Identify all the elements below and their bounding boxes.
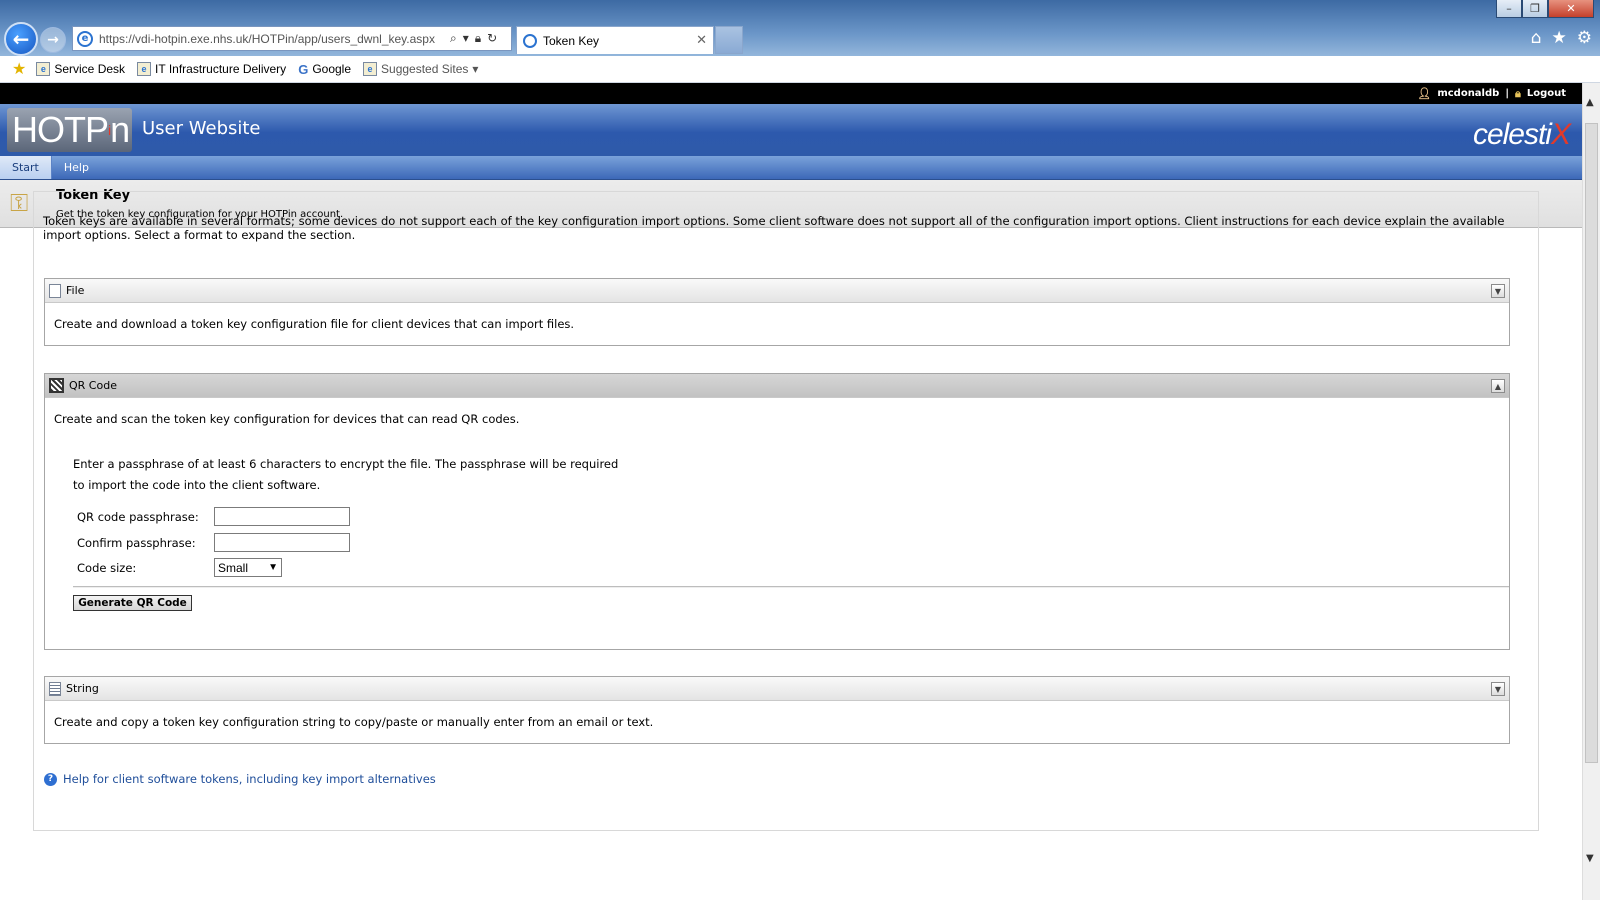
help-link[interactable]: ? Help for client software tokens, inclu… [44,772,436,786]
passphrase-label: QR code passphrase: [77,509,199,524]
site-banner: HOTPin User Website celestiX [0,104,1582,156]
confirm-row: Confirm passphrase: [77,533,350,552]
favorites-bar: ★ e Service Desk e IT Infrastructure Del… [0,56,1600,83]
new-tab-button[interactable] [715,26,743,54]
qr-code-icon [49,378,64,393]
restore-button[interactable]: ❐ [1522,0,1548,18]
favorites-icon[interactable]: ★ [12,59,26,79]
favorite-google[interactable]: G Google [298,62,351,77]
string-panel-header[interactable]: String ▼ [45,677,1509,701]
site-title: User Website [142,118,261,139]
divider [73,586,1509,588]
help-icon: ? [44,772,57,786]
main-menu: Start Help [0,156,1582,180]
refresh-icon[interactable]: ↻ [487,31,497,46]
user-strip: 👤︎ mcdonaldb | 🔒︎ Logout [0,83,1582,104]
qr-panel-description: Create and scan the token key configurat… [54,412,520,426]
separator: | [1505,88,1509,99]
file-panel-title: File [66,284,85,297]
vertical-scrollbar[interactable]: ▲ ▼ [1582,83,1600,900]
dropdown-icon[interactable]: ▾ [463,31,469,46]
collapse-chevron-icon[interactable]: ▲ [1491,379,1505,393]
username: mcdonaldb [1437,88,1500,99]
file-panel: File ▼ Create and download a token key c… [44,278,1510,346]
confirm-passphrase-input[interactable] [214,533,350,552]
menu-help[interactable]: Help [52,156,101,179]
window-controls: – ❐ ✕ [1496,0,1594,18]
qr-panel-title: QR Code [69,379,117,392]
scroll-down-icon[interactable]: ▼ [1586,853,1594,864]
padlock-icon: 🔒︎ [1514,86,1521,100]
scroll-up-icon[interactable]: ▲ [1586,97,1594,108]
qr-instructions: Enter a passphrase of at least 6 charact… [73,457,619,492]
code-size-row: Code size: Small ▼ [77,558,282,577]
string-panel-description: Create and copy a token key configuratio… [54,715,654,729]
close-tab-icon[interactable]: ✕ [696,33,713,48]
browser-titlebar: – ❐ ✕ ← → e https://vdi-hotpin.exe.nhs.u… [0,0,1600,56]
minimize-button[interactable]: – [1496,0,1522,18]
code-size-select[interactable]: Small ▼ [214,558,282,577]
file-icon [49,283,61,298]
intro-text: Token keys are available in several form… [43,214,1505,242]
string-panel: String ▼ Create and copy a token key con… [44,676,1510,744]
menu-start[interactable]: Start [0,156,52,179]
close-window-button[interactable]: ✕ [1548,0,1594,18]
page-icon: e [137,62,152,76]
gear-icon[interactable]: ⚙ [1577,28,1592,48]
ie-icon [523,33,537,48]
tab-token-key[interactable]: Token Key ✕ [516,26,714,54]
file-panel-header[interactable]: File ▼ [45,279,1509,303]
chevron-down-icon: ▼ [268,562,278,573]
search-icon[interactable]: ⌕ [450,31,457,46]
passphrase-row: QR code passphrase: [77,507,350,526]
confirm-label: Confirm passphrase: [77,535,196,550]
ie-icon: e [77,30,93,47]
celestix-logo: celestiX [1472,118,1571,151]
google-icon: G [298,61,309,77]
expand-chevron-icon[interactable]: ▼ [1491,682,1505,696]
qr-panel-header[interactable]: QR Code ▲ [45,374,1509,398]
favorites-star-icon[interactable]: ★ [1552,28,1567,48]
logout-link[interactable]: Logout [1527,88,1566,99]
page-icon: e [363,62,378,76]
expand-chevron-icon[interactable]: ▼ [1491,284,1505,298]
qr-panel: QR Code ▲ Create and scan the token key … [44,373,1510,650]
page-icon: e [36,62,51,76]
favorite-it-infrastructure[interactable]: e IT Infrastructure Delivery [137,62,286,76]
lock-icon[interactable]: 🔒︎ [475,31,481,46]
hotpin-logo: HOTPin [7,108,132,152]
qr-passphrase-input[interactable] [214,507,350,526]
file-panel-description: Create and download a token key configur… [54,317,575,331]
home-icon[interactable]: ⌂ [1531,28,1542,48]
chevron-down-icon: ▾ [472,62,479,76]
scrollbar-thumb[interactable] [1585,123,1598,763]
forward-button[interactable]: → [40,27,66,53]
address-bar[interactable]: e https://vdi-hotpin.exe.nhs.uk/HOTPin/a… [72,26,512,51]
content-area: Token keys are available in several form… [33,191,1539,831]
generate-qr-code-button[interactable]: Generate QR Code [73,595,192,611]
favorite-suggested-sites[interactable]: e Suggested Sites ▾ [363,62,478,76]
user-icon: 👤︎ [1417,87,1432,100]
help-link-text[interactable]: Help for client software tokens, includi… [63,772,436,786]
string-panel-title: String [66,682,99,695]
text-file-icon [49,681,61,696]
favorite-service-desk[interactable]: e Service Desk [36,62,125,76]
back-button[interactable]: ← [4,22,38,56]
address-url[interactable]: https://vdi-hotpin.exe.nhs.uk/HOTPin/app… [99,32,444,46]
tab-title: Token Key [543,33,600,48]
code-size-label: Code size: [77,560,137,575]
